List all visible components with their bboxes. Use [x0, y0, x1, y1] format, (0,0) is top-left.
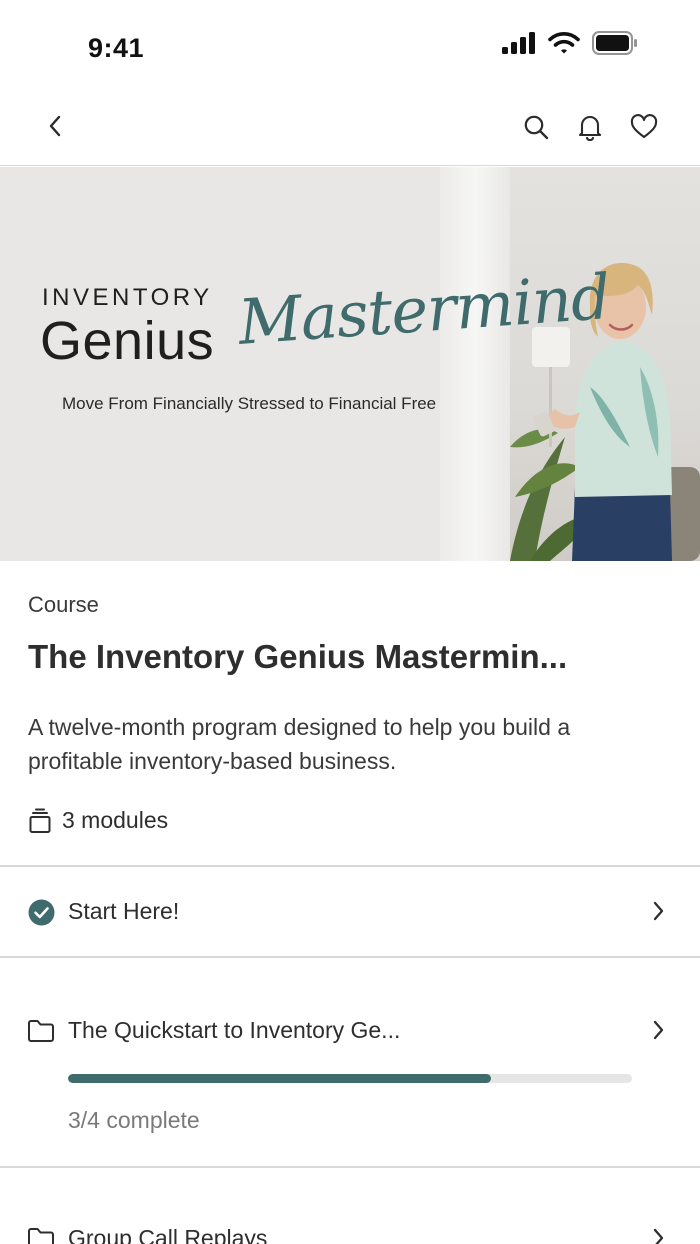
battery-icon	[592, 31, 637, 55]
bell-icon	[578, 116, 602, 141]
content-type-label: Course	[28, 592, 99, 617]
module-icon	[27, 1225, 55, 1244]
status-bar: 9:41	[0, 0, 700, 88]
heart-icon	[630, 114, 658, 139]
module-progress-bar	[68, 1074, 632, 1083]
module-icon	[27, 1017, 55, 1045]
module-progress-fill	[68, 1074, 491, 1083]
status-icons	[502, 30, 638, 56]
module-label: Group Call Replays	[68, 1225, 268, 1244]
module-label: Start Here!	[68, 898, 180, 924]
module-row-start-here[interactable]: Start Here!	[0, 866, 700, 956]
check-circle-icon	[28, 899, 54, 925]
folder-icon	[28, 1020, 54, 1042]
search-icon	[524, 115, 549, 140]
module-progress-text: 3/4 complete	[68, 1107, 200, 1133]
module-icon	[27, 898, 55, 926]
module-label: The Quickstart to Inventory Ge...	[68, 1017, 401, 1043]
course-title: The Inventory Genius Mastermin...	[28, 638, 568, 675]
hero-brand-big: Genius	[40, 311, 215, 371]
chevron-right-icon	[648, 1226, 668, 1244]
course-description: A twelve-month program designed to help …	[28, 714, 571, 774]
status-time: 9:41	[88, 33, 145, 63]
search-button[interactable]	[518, 109, 554, 145]
course-hero-banner: INVENTORY Genius Mastermind Move From Fi…	[0, 167, 700, 561]
presenter-photo	[510, 263, 700, 561]
module-count: 3 modules	[28, 807, 168, 834]
hero-photo	[510, 167, 700, 561]
cellular-signal-icon	[502, 32, 535, 54]
module-row-quickstart[interactable]: The Quickstart to Inventory Ge...	[0, 957, 700, 1166]
hero-window-curtain	[440, 167, 510, 561]
favorite-button[interactable]	[626, 109, 662, 145]
wifi-icon	[548, 32, 580, 54]
nav-actions	[518, 109, 662, 145]
module-row-group-call-replays[interactable]: Group Call Replays	[0, 1167, 700, 1244]
chevron-right-icon	[648, 899, 668, 923]
hero-tagline: Move From Financially Stressed to Financ…	[62, 394, 437, 413]
notifications-button[interactable]	[572, 109, 608, 145]
top-nav-bar	[0, 88, 700, 166]
stack-icon	[29, 808, 51, 833]
module-count-label: 3 modules	[62, 807, 169, 833]
back-button[interactable]	[38, 109, 72, 143]
hero-brand-top: INVENTORY	[42, 284, 213, 311]
chevron-right-icon	[648, 1018, 668, 1042]
chevron-left-icon	[49, 115, 61, 137]
folder-icon	[28, 1228, 54, 1244]
